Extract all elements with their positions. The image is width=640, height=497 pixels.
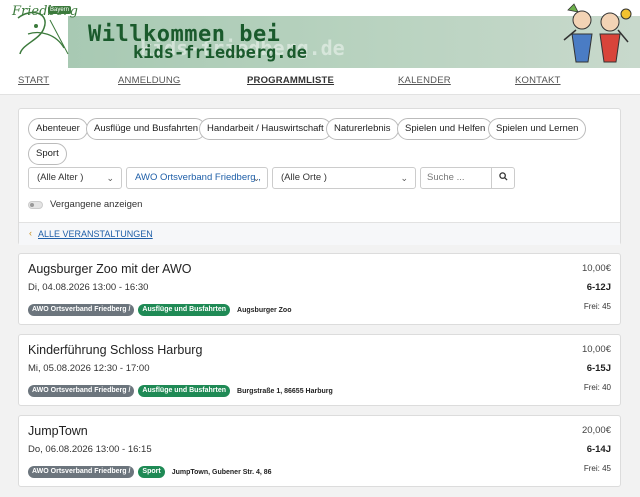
category-tag: Ausflüge und Busfahrten bbox=[138, 304, 231, 316]
organizer-select[interactable]: AWO Ortsverband Friedberg , ⌄ bbox=[126, 167, 268, 189]
event-title[interactable]: JumpTown bbox=[28, 424, 88, 438]
nav-programmliste[interactable]: PROGRAMMLISTE bbox=[247, 75, 334, 86]
category-tag: Sport bbox=[138, 466, 165, 478]
event-card[interactable]: Augsburger Zoo mit der AWO Di, 04.08.202… bbox=[18, 253, 621, 325]
kids-cartoon-icon bbox=[563, 3, 632, 63]
search-button[interactable] bbox=[491, 167, 515, 189]
past-events-label: Vergangene anzeigen bbox=[50, 199, 143, 210]
location-select-value: (Alle Orte ) bbox=[281, 172, 327, 183]
event-free-spots: Frei: 45 bbox=[583, 464, 611, 473]
category-chip-sport[interactable]: Sport bbox=[28, 143, 67, 165]
nav-start[interactable]: START bbox=[18, 75, 49, 86]
event-age: 6-14J bbox=[586, 444, 611, 455]
event-title[interactable]: Augsburger Zoo mit der AWO bbox=[28, 262, 192, 276]
organizer-tag: AWO Ortsverband Friedberg / bbox=[28, 466, 135, 478]
event-location: Burgstraße 1, 86655 Harburg bbox=[237, 387, 333, 395]
chevron-down-icon: ⌄ bbox=[106, 173, 114, 183]
age-select[interactable]: (Alle Alter ) ⌄ bbox=[28, 167, 122, 189]
nav-anmeldung[interactable]: ANMELDUNG bbox=[118, 75, 181, 86]
location-select[interactable]: (Alle Orte ) ⌄ bbox=[272, 167, 416, 189]
all-events-bar: ‹ ALLE VERANSTALTUNGEN bbox=[19, 222, 620, 245]
nav-kalender[interactable]: KALENDER bbox=[398, 75, 451, 86]
all-events-link[interactable]: ALLE VERANSTALTUNGEN bbox=[38, 229, 153, 239]
category-chip-handarbeit[interactable]: Handarbeit / Hauswirtschaft bbox=[199, 118, 332, 140]
event-card[interactable]: Kinderführung Schloss Harburg Mi, 05.08.… bbox=[18, 334, 621, 406]
event-price: 20,00€ bbox=[581, 425, 611, 436]
category-chip-spielen-lernen[interactable]: Spielen und Lernen bbox=[488, 118, 587, 140]
search-input[interactable]: Suche ... bbox=[420, 167, 492, 189]
organizer-select-value: AWO Ortsverband Friedberg , bbox=[135, 172, 261, 183]
event-price: 10,00€ bbox=[581, 344, 611, 355]
chevron-down-icon: ⌄ bbox=[400, 173, 408, 183]
event-price: 10,00€ bbox=[581, 263, 611, 274]
event-age: 6-12J bbox=[586, 282, 611, 293]
past-events-toggle[interactable] bbox=[28, 201, 43, 209]
site-header: Friedberg Bayern kids-friedberg.de Willk… bbox=[0, 0, 640, 68]
site-logo[interactable]: Friedberg Bayern bbox=[10, 4, 80, 64]
event-age: 6-15J bbox=[586, 363, 611, 374]
filter-panel: Abenteuer Ausflüge und Busfahrten Handar… bbox=[18, 108, 621, 245]
nav-kontakt[interactable]: KONTAKT bbox=[515, 75, 561, 86]
event-location: JumpTown, Gubener Str. 4, 86 bbox=[171, 468, 272, 476]
chevron-down-icon: ⌄ bbox=[252, 173, 260, 183]
main-nav: START ANMELDUNG PROGRAMMLISTE KALENDER K… bbox=[0, 68, 640, 95]
logo-badge: Bayern bbox=[48, 6, 72, 14]
category-tag: Ausflüge und Busfahrten bbox=[138, 385, 231, 397]
category-chip-ausfluege[interactable]: Ausflüge und Busfahrten bbox=[86, 118, 207, 140]
event-location: Augsburger Zoo bbox=[237, 306, 292, 314]
event-date: Mi, 05.08.2026 12:30 - 17:00 bbox=[28, 363, 150, 374]
event-date: Di, 04.08.2026 13:00 - 16:30 bbox=[28, 282, 149, 293]
event-date: Do, 06.08.2026 13:00 - 16:15 bbox=[28, 444, 152, 455]
search-icon bbox=[498, 172, 508, 181]
category-chip-spielen-helfen[interactable]: Spielen und Helfen bbox=[397, 118, 494, 140]
organizer-tag: AWO Ortsverband Friedberg / bbox=[28, 385, 135, 397]
event-card[interactable]: JumpTown Do, 06.08.2026 13:00 - 16:15 20… bbox=[18, 415, 621, 487]
event-tags: AWO Ortsverband Friedberg / Sport JumpTo… bbox=[28, 466, 272, 478]
event-title[interactable]: Kinderführung Schloss Harburg bbox=[28, 343, 202, 357]
header-title-line2: kids-friedberg.de bbox=[133, 43, 307, 63]
event-free-spots: Frei: 40 bbox=[583, 383, 611, 392]
event-free-spots: Frei: 45 bbox=[583, 302, 611, 311]
event-tags: AWO Ortsverband Friedberg / Ausflüge und… bbox=[28, 304, 292, 316]
category-chip-abenteuer[interactable]: Abenteuer bbox=[28, 118, 88, 140]
category-chip-naturerlebnis[interactable]: Naturerlebnis bbox=[326, 118, 399, 140]
age-select-value: (Alle Alter ) bbox=[37, 172, 84, 183]
organizer-tag: AWO Ortsverband Friedberg / bbox=[28, 304, 135, 316]
event-tags: AWO Ortsverband Friedberg / Ausflüge und… bbox=[28, 385, 333, 397]
chevron-left-icon: ‹ bbox=[29, 228, 32, 238]
